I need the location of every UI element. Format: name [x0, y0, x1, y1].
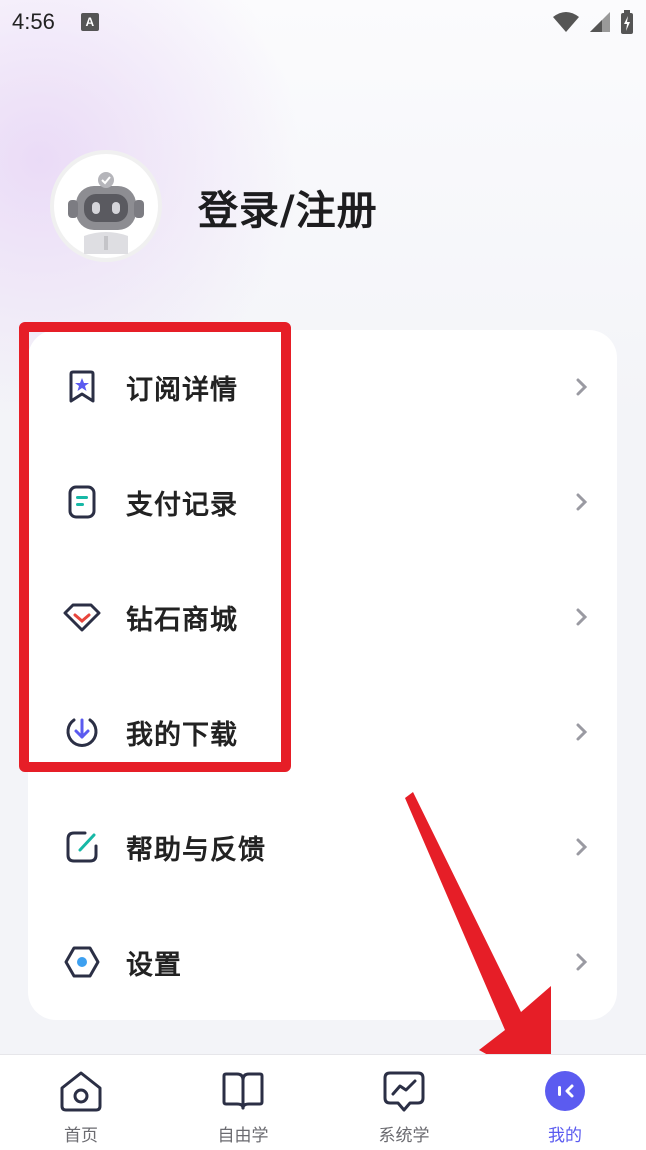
chevron-right-icon	[576, 723, 588, 741]
menu-item-help-feedback[interactable]: 帮助与反馈	[28, 807, 617, 887]
nav-label: 我的	[548, 1126, 582, 1146]
diamond-icon	[62, 597, 102, 637]
nav-label: 首页	[64, 1126, 98, 1146]
login-register-link[interactable]: 登录/注册	[198, 178, 378, 236]
book-icon	[219, 1067, 267, 1115]
nav-tab-home[interactable]: 首页	[21, 1055, 141, 1150]
battery-icon	[621, 10, 633, 34]
menu-item-label: 设置	[126, 949, 182, 981]
menu-item-label: 帮助与反馈	[126, 834, 266, 866]
avatar[interactable]	[50, 150, 162, 262]
status-bar: 4:56 A	[0, 0, 646, 44]
menu-item-diamond-store[interactable]: 钻石商城	[28, 577, 617, 657]
menu-item-label: 支付记录	[126, 489, 238, 521]
menu-card: 订阅详情 支付记录 钻石商城 我的下载 帮助与反馈 设置	[28, 330, 617, 1020]
menu-item-label: 我的下载	[126, 719, 238, 751]
chart-bubble-icon	[380, 1067, 428, 1115]
bookmark-star-icon	[62, 367, 102, 407]
menu-item-settings[interactable]: 设置	[28, 922, 617, 1002]
menu-item-subscription[interactable]: 订阅详情	[28, 347, 617, 427]
signal-icon	[590, 12, 610, 32]
download-icon	[62, 712, 102, 752]
menu-item-label: 钻石商城	[126, 604, 238, 636]
chevron-right-icon	[576, 493, 588, 511]
chevron-right-icon	[576, 838, 588, 856]
wifi-icon	[553, 12, 579, 32]
chevron-right-icon	[576, 378, 588, 396]
bottom-nav: 首页 自由学 系统学 我的	[0, 1054, 646, 1150]
home-icon	[57, 1067, 105, 1115]
settings-hexagon-icon	[62, 942, 102, 982]
nav-label: 自由学	[217, 1126, 269, 1146]
nav-tab-free-study[interactable]: 自由学	[183, 1055, 303, 1150]
status-time: 4:56	[12, 9, 55, 34]
status-icons	[552, 10, 634, 34]
menu-item-payment-records[interactable]: 支付记录	[28, 462, 617, 542]
nav-tab-mine[interactable]: 我的	[505, 1055, 625, 1150]
robot-avatar-icon	[68, 172, 144, 254]
menu-item-downloads[interactable]: 我的下载	[28, 692, 617, 772]
menu-item-label: 订阅详情	[126, 374, 238, 406]
chevron-right-icon	[576, 953, 588, 971]
keyboard-badge-icon: A	[80, 13, 99, 31]
profile-face-icon	[541, 1067, 589, 1115]
nav-tab-system-study[interactable]: 系统学	[344, 1055, 464, 1150]
nav-label: 系统学	[378, 1126, 430, 1146]
feedback-edit-icon	[62, 827, 102, 867]
chevron-right-icon	[576, 608, 588, 626]
receipt-icon	[62, 482, 102, 522]
